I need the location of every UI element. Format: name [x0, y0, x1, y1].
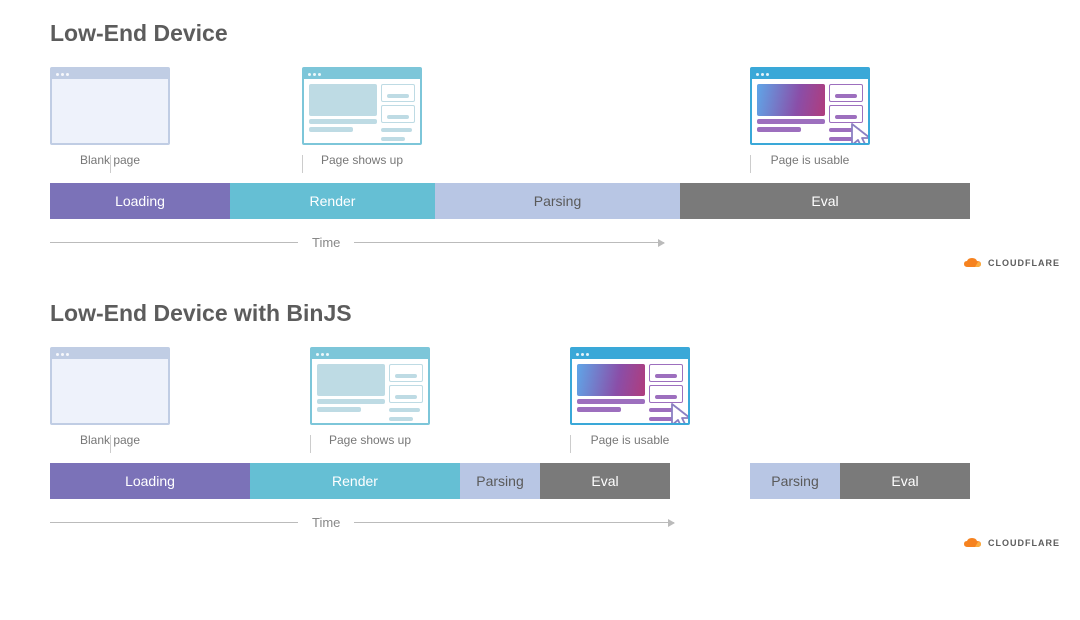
- segment-loading: Loading: [50, 463, 250, 499]
- browser-window-icon: [50, 67, 170, 145]
- thumb-usable: Page is usable: [750, 67, 870, 167]
- cursor-icon: [848, 121, 870, 145]
- thumb-caption: Page is usable: [570, 433, 690, 447]
- axis-label: Time: [312, 515, 340, 530]
- browser-window-icon: [302, 67, 422, 145]
- diagram-section-binjs: Low-End Device with BinJS Blank page: [50, 300, 1030, 530]
- thumb-usable: Page is usable: [570, 347, 690, 447]
- segment-render: Render: [230, 183, 435, 219]
- segment-eval: Eval: [680, 183, 970, 219]
- thumb-caption: Page shows up: [310, 433, 430, 447]
- segment-parsing: Parsing: [460, 463, 540, 499]
- thumb-blank: Blank page: [50, 67, 170, 167]
- thumb-caption: Page is usable: [750, 153, 870, 167]
- cursor-icon: [668, 401, 690, 425]
- brand-text: CLOUDFLARE: [988, 258, 1060, 268]
- time-axis: Time: [50, 515, 1030, 530]
- segment-loading: Loading: [50, 183, 230, 219]
- thumb-blank: Blank page: [50, 347, 170, 447]
- segment-eval: Eval: [840, 463, 970, 499]
- section-title: Low-End Device: [50, 20, 1030, 47]
- time-axis: Time: [50, 235, 1030, 250]
- cloud-icon: [962, 256, 984, 270]
- browser-window-icon: [750, 67, 870, 145]
- axis-label: Time: [312, 235, 340, 250]
- thumb-wireframe: Page shows up: [302, 67, 422, 167]
- cloud-icon: [962, 536, 984, 550]
- thumbnail-row: Blank page Page shows up: [50, 347, 1030, 457]
- thumb-caption: Page shows up: [302, 153, 422, 167]
- timeline-bar: Loading Render Parsing Eval: [50, 183, 970, 219]
- segment-gap: [670, 463, 750, 499]
- browser-window-icon: [570, 347, 690, 425]
- thumb-wireframe: Page shows up: [310, 347, 430, 447]
- segment-parsing: Parsing: [750, 463, 840, 499]
- segment-render: Render: [250, 463, 460, 499]
- brand-text: CLOUDFLARE: [988, 538, 1060, 548]
- timeline-bar: Loading Render Parsing Eval Parsing Eval: [50, 463, 970, 499]
- browser-window-icon: [310, 347, 430, 425]
- brand-logo: CLOUDFLARE: [962, 256, 1060, 270]
- thumbnail-row: Blank page Page shows up: [50, 67, 1030, 177]
- segment-parsing: Parsing: [435, 183, 680, 219]
- browser-window-icon: [50, 347, 170, 425]
- brand-logo: CLOUDFLARE: [962, 536, 1060, 550]
- segment-eval: Eval: [540, 463, 670, 499]
- diagram-section-lowend: Low-End Device Blank page: [50, 20, 1030, 250]
- section-title: Low-End Device with BinJS: [50, 300, 1030, 327]
